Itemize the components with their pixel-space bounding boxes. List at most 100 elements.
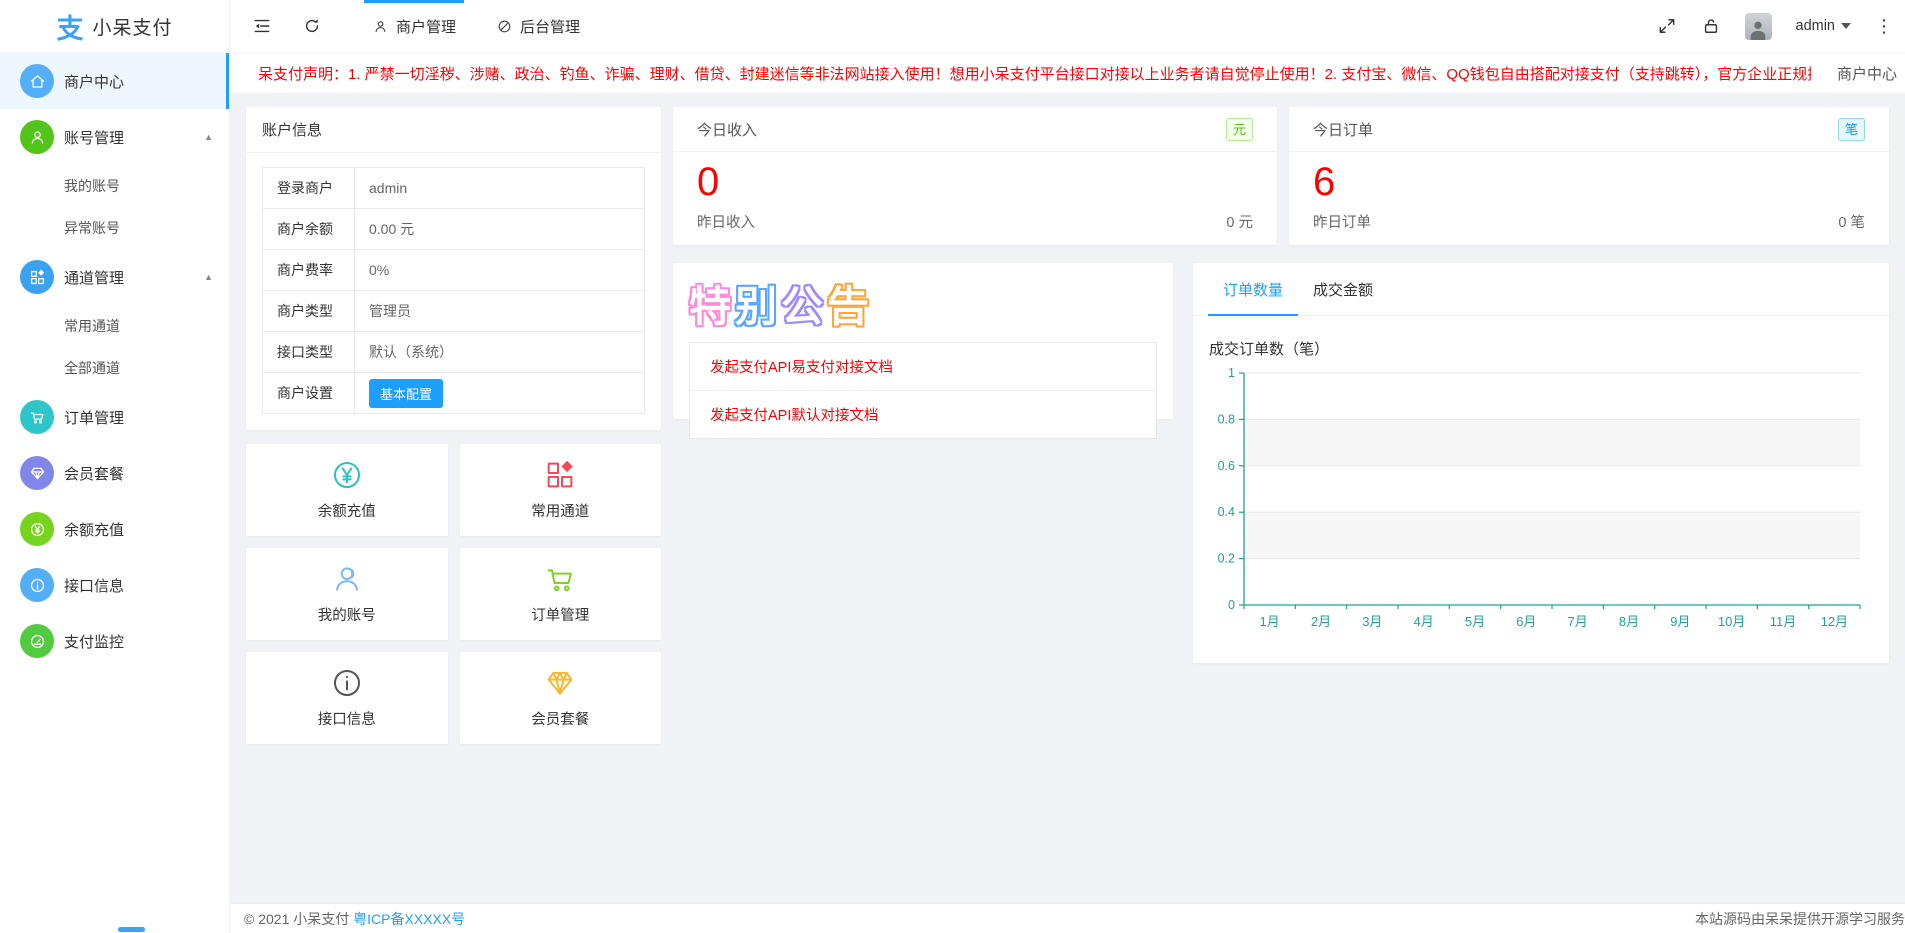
right-region: 今日收入 元 0 昨日收入 0 元 今日订单 笔	[673, 107, 1889, 903]
footer: © 2021 小呆支付 粤ICP备XXXXX号 本站源码由呆呆提供开源学习服务	[230, 903, 1905, 933]
more-menu-icon[interactable]: ⋮	[1875, 17, 1893, 35]
shortcut-order-management[interactable]: 订单管理	[460, 548, 662, 640]
yesterday-orders-row: 昨日订单 0 笔	[1289, 211, 1889, 245]
username: admin	[1796, 18, 1836, 34]
user-icon	[331, 563, 363, 595]
table-row: 商户余额 0.00 元	[263, 209, 645, 250]
sidebar-item-order-management[interactable]: 订单管理	[0, 389, 229, 445]
info-icon	[331, 667, 363, 699]
account-info-card: 账户信息 登录商户 admin 商户余额 0.00 元	[246, 107, 661, 430]
sidebar-item-label: 通道管理	[64, 267, 124, 288]
announcement-char: 别	[735, 273, 778, 334]
collapse-sidebar-icon[interactable]	[252, 16, 272, 36]
account-info-body: 登录商户 admin 商户余额 0.00 元 商户费率 0%	[246, 153, 661, 430]
diamond-icon	[20, 456, 54, 490]
gauge-icon	[20, 624, 54, 658]
sidebar-item-member-package[interactable]: 会员套餐	[0, 445, 229, 501]
account-info-title: 账户信息	[246, 107, 661, 153]
row-value: admin	[355, 168, 645, 209]
basic-config-button[interactable]: 基本配置	[369, 379, 443, 408]
svg-text:12月: 12月	[1821, 614, 1848, 629]
doc-link-yipay[interactable]: 发起支付API易支付对接文档	[690, 343, 1156, 391]
app-logo: 支 小呆支付	[0, 0, 229, 53]
avatar[interactable]	[1745, 13, 1772, 40]
sidebar-item-channel-management[interactable]: 通道管理 ▲	[0, 249, 229, 305]
svg-text:6月: 6月	[1516, 614, 1536, 629]
sidebar-item-account-management[interactable]: 账号管理 ▲	[0, 109, 229, 165]
shortcut-common-channels[interactable]: 常用通道	[460, 444, 662, 536]
shortcut-my-account[interactable]: 我的账号	[246, 548, 448, 640]
user-menu[interactable]: admin	[1796, 18, 1852, 34]
row-value: 默认（系统）	[355, 332, 645, 373]
lower-row: 特 别 公 告 发起支付API易支付对接文档 发起支付API默认对接文档	[673, 263, 1889, 663]
tab-merchant-management[interactable]: 商户管理	[352, 0, 476, 53]
cart-icon	[20, 400, 54, 434]
footer-note: 本站源码由呆呆提供开源学习服务	[1695, 909, 1905, 929]
chevron-up-icon: ▲	[204, 272, 213, 282]
shortcut-api-info[interactable]: 接口信息	[246, 652, 448, 744]
svg-text:5月: 5月	[1465, 614, 1485, 629]
top-bar: 商户管理 后台管理 admin ⋮	[230, 0, 1905, 53]
sidebar-item-common-channels[interactable]: 常用通道	[0, 305, 229, 347]
sidebar-item-api-info[interactable]: 接口信息	[0, 557, 229, 613]
announcement-char: 特	[689, 273, 732, 334]
chart-tabs: 订单数量 成交金额	[1193, 263, 1889, 316]
app-title: 小呆支付	[92, 13, 172, 40]
refresh-icon[interactable]	[302, 16, 322, 36]
shortcut-label: 订单管理	[531, 604, 589, 625]
tab-backend-management[interactable]: 后台管理	[476, 0, 600, 53]
announcement-title: 特 别 公 告	[689, 273, 1157, 334]
row-value: 0%	[355, 250, 645, 291]
svg-text:1: 1	[1228, 366, 1235, 380]
sidebar-subitem-label: 全部通道	[64, 358, 120, 378]
horizontal-scrollbar-thumb[interactable]	[118, 927, 145, 932]
icp-link[interactable]: 粤ICP备XXXXX号	[353, 911, 465, 927]
tab-order-count[interactable]: 订单数量	[1208, 263, 1298, 316]
row-value: 基本配置	[355, 373, 645, 414]
doc-link-default[interactable]: 发起支付API默认对接文档	[690, 391, 1156, 438]
yesterday-label: 昨日收入	[697, 211, 755, 232]
svg-text:2月: 2月	[1311, 614, 1331, 629]
notice-bar: 呆支付声明：1. 严禁一切淫秽、涉赌、政治、钓鱼、诈骗、理财、借贷、封建迷信等非…	[230, 53, 1905, 94]
svg-text:7月: 7月	[1568, 614, 1588, 629]
row-label: 商户设置	[263, 373, 355, 414]
sidebar-item-label: 接口信息	[64, 575, 124, 596]
svg-text:3月: 3月	[1362, 614, 1382, 629]
left-column: 账户信息 登录商户 admin 商户余额 0.00 元	[246, 107, 661, 903]
sidebar-item-payment-monitor[interactable]: 支付监控	[0, 613, 229, 669]
today-orders-card: 今日订单 笔 6 昨日订单 0 笔	[1289, 107, 1889, 245]
unlock-icon[interactable]	[1701, 16, 1721, 36]
notice-marquee: 呆支付声明：1. 严禁一切淫秽、涉赌、政治、钓鱼、诈骗、理财、借贷、封建迷信等非…	[258, 63, 1811, 84]
sidebar-item-label: 会员套餐	[64, 463, 124, 484]
yesterday-income-row: 昨日收入 0 元	[673, 211, 1277, 245]
chart-wrap: 00.20.40.60.811月2月3月4月5月6月7月8月9月10月11月12…	[1193, 363, 1889, 648]
shortcut-member-package[interactable]: 会员套餐	[460, 652, 662, 744]
sidebar-item-balance-recharge[interactable]: 余额充值	[0, 501, 229, 557]
tab-transaction-amount[interactable]: 成交金额	[1298, 263, 1388, 315]
sidebar-item-all-channels[interactable]: 全部通道	[0, 347, 229, 389]
active-tab-indicator	[364, 0, 464, 3]
stat-title: 今日订单	[1313, 119, 1373, 140]
shortcut-label: 我的账号	[318, 604, 376, 625]
announcement-char: 公	[781, 273, 824, 334]
user-icon	[20, 120, 54, 154]
stat-title: 今日收入	[697, 119, 757, 140]
info-icon	[20, 568, 54, 602]
row-label: 商户费率	[263, 250, 355, 291]
shortcut-label: 接口信息	[318, 708, 376, 729]
table-row: 商户类型 管理员	[263, 291, 645, 332]
svg-text:11月: 11月	[1770, 614, 1797, 629]
sidebar-item-my-account[interactable]: 我的账号	[0, 165, 229, 207]
unit-badge-yuan: 元	[1226, 118, 1253, 141]
shortcut-label: 会员套餐	[531, 708, 589, 729]
shortcut-balance-recharge[interactable]: 余额充值	[246, 444, 448, 536]
fullscreen-icon[interactable]	[1657, 16, 1677, 36]
table-row: 商户费率 0%	[263, 250, 645, 291]
sidebar-item-merchant-center[interactable]: 商户中心	[0, 53, 229, 109]
shortcut-grid: 余额充值 常用通道 我的账号 订单管理	[246, 444, 661, 744]
sidebar-item-abnormal-account[interactable]: 异常账号	[0, 207, 229, 249]
account-info-table: 登录商户 admin 商户余额 0.00 元 商户费率 0%	[262, 167, 645, 414]
row-label: 商户类型	[263, 291, 355, 332]
grid-icon	[20, 260, 54, 294]
table-row: 商户设置 基本配置	[263, 373, 645, 414]
